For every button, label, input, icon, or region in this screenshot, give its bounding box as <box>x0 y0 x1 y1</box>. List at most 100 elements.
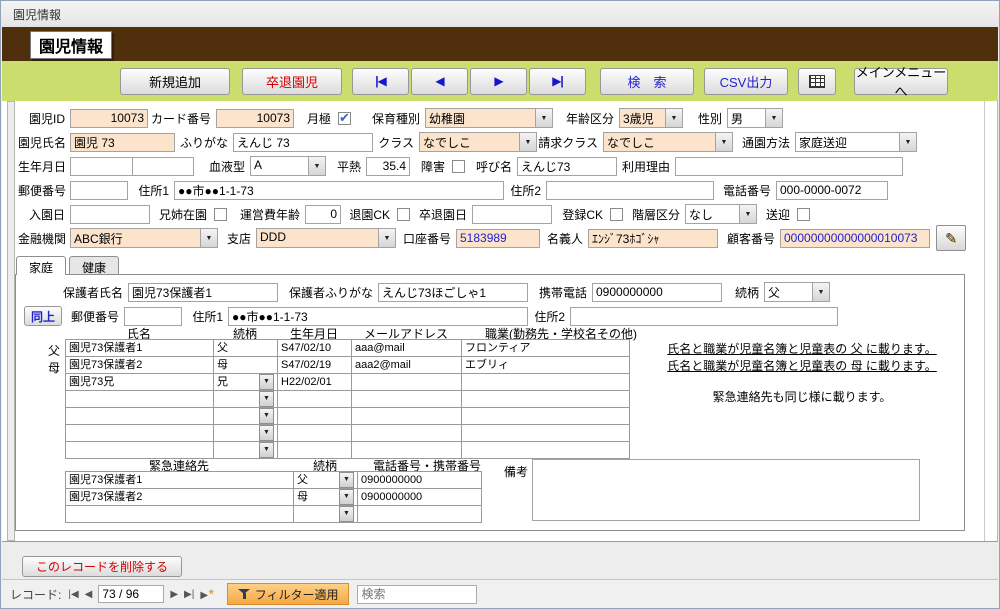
combo-arrow-icon[interactable] <box>339 506 354 522</box>
combo-arrow-icon[interactable] <box>665 109 682 127</box>
family-name-cell[interactable] <box>66 391 214 408</box>
care-type-combo[interactable]: 幼稚園 <box>425 108 553 128</box>
family-name-cell[interactable]: 園児73兄 <box>66 374 214 391</box>
monthly-checkbox[interactable] <box>338 112 351 125</box>
commute-combo[interactable]: 家庭送迎 <box>795 132 917 152</box>
emergency-phone-cell[interactable] <box>358 506 482 523</box>
birthdate-era-input[interactable] <box>70 157 132 176</box>
rec-prev-button[interactable]: ◀ <box>82 588 96 601</box>
record-position-input[interactable] <box>98 585 164 603</box>
family-relation-cell[interactable]: 父 <box>214 340 278 357</box>
combo-arrow-icon[interactable] <box>715 133 732 151</box>
guardian-relation-combo[interactable]: 父 <box>764 282 830 302</box>
register-checkbox[interactable] <box>610 208 623 221</box>
grad-date-input[interactable] <box>472 205 552 224</box>
combo-arrow-icon[interactable] <box>200 229 217 247</box>
blood-type-combo[interactable]: A <box>250 156 326 176</box>
combo-arrow-icon[interactable] <box>378 229 395 247</box>
addr2-input[interactable] <box>546 181 714 200</box>
family-relation-cell[interactable]: 兄 <box>214 374 278 391</box>
combo-arrow-icon[interactable] <box>339 489 354 505</box>
graduated-children-button[interactable]: 卒退園児 <box>242 68 342 95</box>
tab-family[interactable]: 家庭 <box>16 256 66 275</box>
main-menu-button[interactable]: メインメニューへ <box>854 68 948 95</box>
guardian-mobile-input[interactable] <box>592 283 722 302</box>
nickname-input[interactable] <box>517 157 617 176</box>
family-dob-cell[interactable] <box>278 408 352 425</box>
tier-combo[interactable]: なし <box>685 204 757 224</box>
branch-combo[interactable]: DDD <box>256 228 396 248</box>
birthdate-date-input[interactable] <box>132 157 194 176</box>
family-dob-cell[interactable]: H22/02/01 <box>278 374 352 391</box>
remarks-textarea[interactable] <box>532 459 920 521</box>
search-button[interactable]: 検 索 <box>600 68 694 95</box>
holder-input[interactable] <box>588 229 718 248</box>
nav-prev-button[interactable]: ◀ <box>411 68 468 95</box>
emergency-relation-cell[interactable] <box>294 506 358 523</box>
family-mail-cell[interactable] <box>352 425 462 442</box>
combo-arrow-icon[interactable] <box>535 109 552 127</box>
guardian-addr1-input[interactable] <box>228 307 528 326</box>
family-dob-cell[interactable] <box>278 425 352 442</box>
emergency-relation-cell[interactable]: 父 <box>294 472 358 489</box>
gender-combo[interactable]: 男 <box>727 108 783 128</box>
emergency-relation-cell[interactable]: 母 <box>294 489 358 506</box>
guardian-furigana-input[interactable] <box>378 283 528 302</box>
family-relation-cell[interactable] <box>214 425 278 442</box>
guardian-name-input[interactable] <box>128 283 278 302</box>
nav-first-button[interactable]: |◀ <box>352 68 409 95</box>
emergency-name-cell[interactable]: 園児73保護者2 <box>66 489 294 506</box>
reason-input[interactable] <box>675 157 903 176</box>
pickup-checkbox[interactable] <box>797 208 810 221</box>
same-as-above-button[interactable]: 同上 <box>24 306 62 326</box>
combo-arrow-icon[interactable] <box>339 472 354 488</box>
child-name-input[interactable] <box>70 133 175 152</box>
combo-arrow-icon[interactable] <box>308 157 325 175</box>
sibling-checkbox[interactable] <box>214 208 227 221</box>
nav-next-button[interactable]: ▶ <box>470 68 527 95</box>
family-mail-cell[interactable] <box>352 391 462 408</box>
family-name-cell[interactable]: 園児73保護者1 <box>66 340 214 357</box>
furigana-input[interactable] <box>233 133 373 152</box>
combo-arrow-icon[interactable] <box>259 442 274 458</box>
record-search-input[interactable] <box>357 585 477 604</box>
family-name-cell[interactable] <box>66 408 214 425</box>
addr1-input[interactable] <box>174 181 504 200</box>
child-id-input[interactable] <box>70 109 148 128</box>
family-job-cell[interactable] <box>462 391 630 408</box>
combo-arrow-icon[interactable] <box>259 408 274 424</box>
datasheet-view-button[interactable] <box>798 68 836 95</box>
emergency-phone-cell[interactable]: 0900000000 <box>358 472 482 489</box>
combo-arrow-icon[interactable] <box>519 133 536 151</box>
nav-last-button[interactable]: ▶| <box>529 68 586 95</box>
family-dob-cell[interactable] <box>278 391 352 408</box>
family-dob-cell[interactable]: S47/02/19 <box>278 357 352 374</box>
combo-arrow-icon[interactable] <box>899 133 916 151</box>
family-job-cell[interactable] <box>462 425 630 442</box>
filter-applied-button[interactable]: フィルター適用 <box>227 583 350 605</box>
combo-arrow-icon[interactable] <box>259 425 274 441</box>
combo-arrow-icon[interactable] <box>812 283 829 301</box>
family-name-cell[interactable]: 園児73保護者2 <box>66 357 214 374</box>
family-relation-cell[interactable] <box>214 408 278 425</box>
rec-last-button[interactable]: ▶| <box>181 588 197 601</box>
family-dob-cell[interactable]: S47/02/10 <box>278 340 352 357</box>
account-input[interactable] <box>456 229 540 248</box>
zip-input[interactable] <box>70 181 128 200</box>
family-job-cell[interactable] <box>462 374 630 391</box>
emergency-phone-cell[interactable]: 0900000000 <box>358 489 482 506</box>
temperature-input[interactable] <box>366 157 410 176</box>
memo-edit-button[interactable]: ✎ <box>936 225 966 251</box>
rec-first-button[interactable]: |◀ <box>65 588 81 601</box>
family-mail-cell[interactable] <box>352 374 462 391</box>
bank-combo[interactable]: ABC銀行 <box>70 228 218 248</box>
family-name-cell[interactable] <box>66 425 214 442</box>
entry-date-input[interactable] <box>70 205 150 224</box>
family-job-cell[interactable]: エブリィ <box>462 357 630 374</box>
family-mail-cell[interactable]: aaa2@mail <box>352 357 462 374</box>
card-no-input[interactable] <box>216 109 294 128</box>
phone-input[interactable] <box>776 181 888 200</box>
family-job-cell[interactable] <box>462 408 630 425</box>
csv-export-button[interactable]: CSV出力 <box>704 68 788 95</box>
add-new-button[interactable]: 新規追加 <box>120 68 230 95</box>
